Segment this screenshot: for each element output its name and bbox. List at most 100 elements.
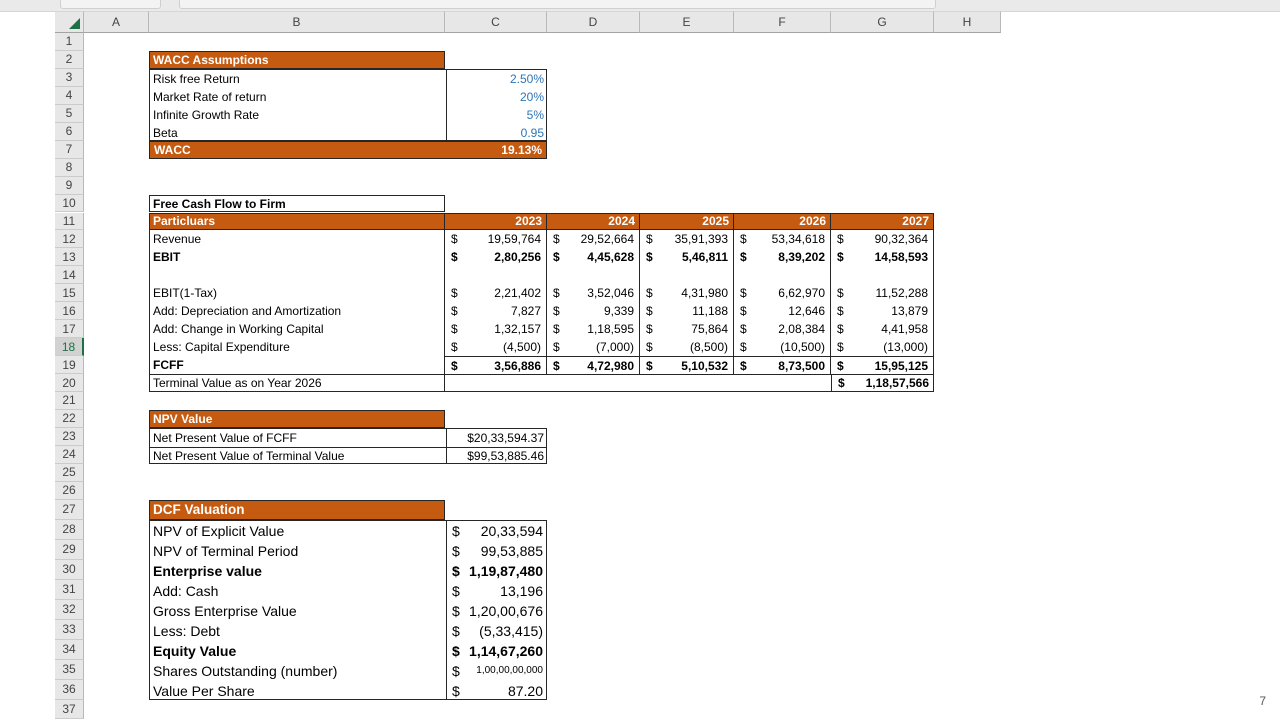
fcff-value-cell[interactable]: $11,52,288 [831,284,934,302]
dcf-label-cell[interactable]: Shares Outstanding (number) [150,661,446,681]
dcf-value-cell[interactable]: $1,00,00,00,000 [446,661,547,681]
fcff-value-cell[interactable]: $75,864 [640,320,734,338]
row-header-7[interactable]: 7 [55,141,84,159]
fcff-value-cell[interactable]: $(10,500) [734,338,831,356]
fcff-row-label[interactable]: Add: Depreciation and Amortization [149,302,445,320]
row-header-35[interactable]: 35 [55,660,84,680]
dcf-label-cell[interactable]: Enterprise value [150,561,446,581]
fcff-value-cell[interactable]: $(4,500) [445,338,547,356]
fcff-value-cell[interactable]: $6,62,970 [734,284,831,302]
npv-value-cell[interactable]: $20,33,594.37 [446,429,547,447]
fcff-header-year-2026[interactable]: 2026 [734,213,831,231]
fcff-value-cell[interactable]: $11,188 [640,302,734,320]
fcff-value-cell[interactable] [640,266,734,284]
dcf-label-cell[interactable]: NPV of Terminal Period [150,541,446,561]
row-header-19[interactable]: 19 [55,356,84,374]
row-header-9[interactable]: 9 [55,177,84,195]
fcff-value-cell[interactable]: $9,339 [547,302,640,320]
npv-label-cell[interactable]: Net Present Value of FCFF [150,429,446,447]
row-header-36[interactable]: 36 [55,680,84,700]
row-header-22[interactable]: 22 [55,410,84,428]
fcff-value-cell[interactable]: $3,52,046 [547,284,640,302]
column-header-F[interactable]: F [734,11,831,33]
npv-label-cell[interactable]: Net Present Value of Terminal Value [150,447,446,464]
fcff-value-cell[interactable]: $5,46,811 [640,248,734,266]
npv-value-cell[interactable]: $99,53,885.46 [446,447,547,464]
fcff-value-cell[interactable]: $4,41,958 [831,320,934,338]
fcff-value-cell[interactable]: $4,45,628 [547,248,640,266]
row-header-4[interactable]: 4 [55,87,84,105]
fcff-value-cell[interactable]: $1,32,157 [445,320,547,338]
row-header-17[interactable]: 17 [55,320,84,338]
dcf-value-cell[interactable]: $1,20,00,676 [446,601,547,621]
fcff-value-cell[interactable]: $(7,000) [547,338,640,356]
fcff-value-cell[interactable]: $15,95,125 [831,356,934,374]
row-header-18[interactable]: 18 [55,338,84,356]
fcff-value-cell[interactable]: $29,52,664 [547,230,640,248]
dcf-label-cell[interactable]: Gross Enterprise Value [150,601,446,621]
row-header-8[interactable]: 8 [55,159,84,177]
row-header-29[interactable]: 29 [55,540,84,560]
row-header-33[interactable]: 33 [55,620,84,640]
dcf-label-cell[interactable]: NPV of Explicit Value [150,521,446,541]
dcf-value-cell[interactable]: $(5,33,415) [446,621,547,641]
fcff-value-cell[interactable]: $19,59,764 [445,230,547,248]
fcff-row-label[interactable]: EBIT(1-Tax) [149,284,445,302]
wacc-label-cell[interactable]: Risk free Return [150,70,446,88]
fcff-row-label[interactable]: Revenue [149,230,445,248]
fcff-value-cell[interactable] [547,266,640,284]
row-header-2[interactable]: 2 [55,51,84,69]
wacc-value-cell[interactable]: 20% [446,88,547,106]
fcff-value-cell[interactable]: $12,646 [734,302,831,320]
dcf-value-cell[interactable]: $99,53,885 [446,541,547,561]
npv-title-cell[interactable]: NPV Value [149,410,445,428]
row-header-14[interactable]: 14 [55,266,84,284]
column-header-B[interactable]: B [149,11,445,33]
fcff-value-cell[interactable]: $8,73,500 [734,356,831,374]
fcff-value-cell[interactable] [734,266,831,284]
fcff-value-cell[interactable]: $8,39,202 [734,248,831,266]
row-header-25[interactable]: 25 [55,464,84,482]
row-header-24[interactable]: 24 [55,446,84,464]
dcf-value-cell[interactable]: $1,14,67,260 [446,641,547,661]
fcff-value-cell[interactable]: $1,18,595 [547,320,640,338]
fcff-row-label[interactable]: EBIT [149,248,445,266]
wacc-title-cell[interactable]: WACC Assumptions [149,51,445,69]
fcff-value-cell[interactable]: $4,72,980 [547,356,640,374]
fcff-header-particulars[interactable]: Particluars [149,213,445,231]
dcf-value-cell[interactable]: $87.20 [446,681,547,700]
fcff-value-cell[interactable]: $35,91,393 [640,230,734,248]
column-header-C[interactable]: C [445,11,547,33]
fcff-value-cell[interactable]: $5,10,532 [640,356,734,374]
fcff-value-cell[interactable]: $13,879 [831,302,934,320]
dcf-title-cell[interactable]: DCF Valuation [149,500,445,520]
fcff-header-year-2027[interactable]: 2027 [831,213,934,231]
fcff-row-label[interactable]: FCFF [149,356,445,374]
fcff-header-year-2024[interactable]: 2024 [547,213,640,231]
wacc-result-row[interactable]: WACC19.13% [149,141,547,159]
fcff-value-cell[interactable]: $(13,000) [831,338,934,356]
row-header-16[interactable]: 16 [55,302,84,320]
dcf-label-cell[interactable]: Value Per Share [150,681,446,700]
row-header-6[interactable]: 6 [55,123,84,141]
fcff-value-cell[interactable] [445,266,547,284]
wacc-value-cell[interactable]: 0.95 [446,124,547,141]
wacc-label-cell[interactable]: Market Rate of return [150,88,446,106]
dcf-label-cell[interactable]: Equity Value [150,641,446,661]
fcff-value-cell[interactable]: $2,80,256 [445,248,547,266]
fcff-value-cell[interactable]: $14,58,593 [831,248,934,266]
row-header-26[interactable]: 26 [55,482,84,500]
row-header-5[interactable]: 5 [55,105,84,123]
row-header-31[interactable]: 31 [55,580,84,600]
fcff-value-cell[interactable]: $7,827 [445,302,547,320]
wacc-label-cell[interactable]: Beta [150,124,446,141]
fcff-terminal-label[interactable]: Terminal Value as on Year 2026 [149,374,445,392]
column-header-E[interactable]: E [640,11,734,33]
row-header-1[interactable]: 1 [55,33,84,51]
row-header-21[interactable]: 21 [55,392,84,410]
column-header-D[interactable]: D [547,11,640,33]
fcff-value-cell[interactable]: $53,34,618 [734,230,831,248]
fcff-row-label[interactable] [149,266,445,284]
fcff-value-cell[interactable]: $4,31,980 [640,284,734,302]
fcff-value-cell[interactable] [831,266,934,284]
